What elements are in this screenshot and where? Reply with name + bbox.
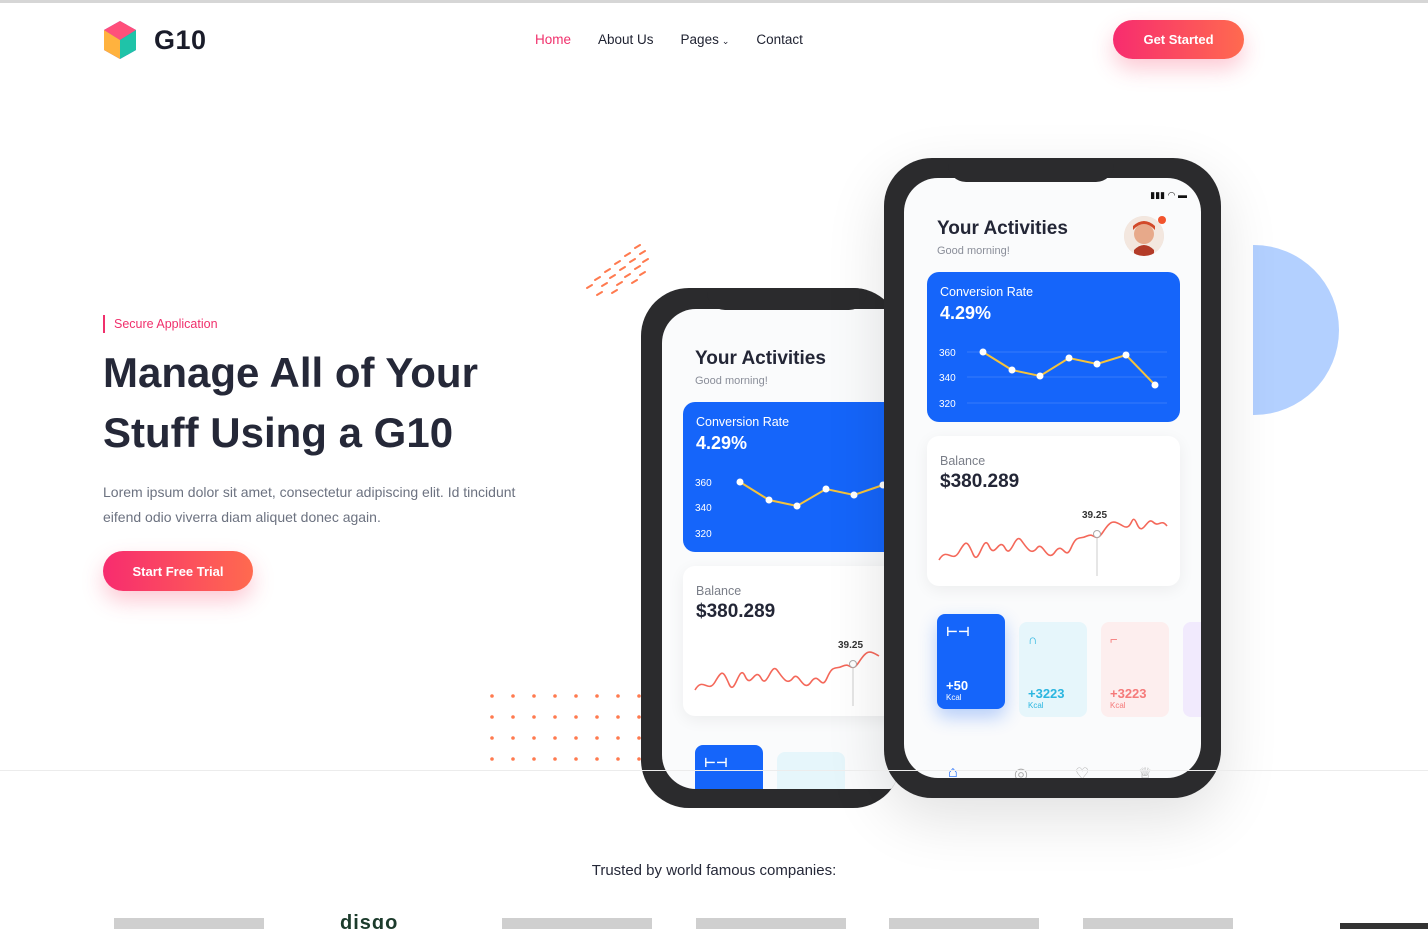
- main-nav: Home About Us Pages ⌄ Contact: [535, 32, 830, 47]
- half-circle-decoration: [1253, 245, 1339, 415]
- phone-notch: [948, 158, 1114, 182]
- kcal-tile-3[interactable]: ⌐ +3223 Kcal: [1101, 622, 1169, 717]
- balance-chart: 39.25: [938, 510, 1168, 576]
- axis-tick: 360: [939, 348, 956, 359]
- kcal-tile-back[interactable]: ⊢⊣: [695, 745, 763, 789]
- tile-value: +50: [946, 678, 969, 693]
- phone-notch: [707, 288, 867, 310]
- axis-tick: 340: [695, 503, 712, 514]
- hero-description-line2: eifend odio viverra diam aliquet donec a…: [103, 509, 381, 525]
- balance-marker-label: 39.25: [1082, 510, 1107, 521]
- g10-logo-icon[interactable]: [102, 20, 138, 60]
- balance-card: Balance $380.289 39.25: [683, 566, 901, 716]
- brand-name[interactable]: G10: [154, 25, 207, 56]
- kcal-tile-1[interactable]: ⊢⊣ +50 Kcal: [937, 614, 1005, 709]
- tile-unit: Kcal: [1028, 701, 1044, 710]
- conversion-card: Conversion Rate 4.29% 360 340 320: [683, 402, 901, 552]
- balance-card: Balance $380.289 39.25: [927, 436, 1180, 586]
- chevron-down-icon: ⌄: [721, 36, 730, 46]
- axis-tick: 320: [939, 399, 956, 410]
- hero-eyebrow: Secure Application: [103, 315, 218, 333]
- company-logo: [502, 918, 652, 929]
- app-title: Your Activities: [937, 218, 1068, 239]
- axis-tick: 360: [695, 478, 712, 489]
- app-greeting: Good morning!: [937, 245, 1010, 257]
- top-border: [0, 0, 1428, 3]
- conversion-chart: 360 340 320: [939, 348, 1167, 410]
- kcal-tile-4[interactable]: [1183, 622, 1201, 717]
- dumbbell-icon: ⊢⊣: [704, 755, 728, 770]
- axis-tick: 340: [939, 373, 956, 384]
- hero-description-line1: Lorem ipsum dolor sit amet, consectetur …: [103, 484, 516, 500]
- phone-screen-back: Your Activities Good morning! Conversion…: [662, 309, 901, 789]
- section-divider: [0, 770, 1428, 771]
- balance-chart: 39.25: [694, 640, 880, 706]
- conversion-card: Conversion Rate 4.29% 360 340 320: [927, 272, 1180, 422]
- shoes-icon: ∩: [1028, 632, 1038, 647]
- hero-title: Manage All of Your Stuff Using a G10: [103, 343, 563, 463]
- phone-screen-front: ▮▮▮ ◠ ▬ Your Activities Good morning! Co…: [904, 178, 1201, 778]
- nav-pages[interactable]: Pages ⌄: [681, 32, 730, 47]
- home-icon[interactable]: ⌂: [948, 764, 958, 778]
- heart-icon[interactable]: ♡: [1075, 764, 1089, 778]
- trusted-heading: Trusted by world famous companies:: [591, 862, 837, 879]
- company-logo: [114, 918, 264, 929]
- company-logo-disqo: disqo: [340, 912, 399, 929]
- location-icon[interactable]: ◎: [1014, 764, 1028, 778]
- dash-pattern-decoration: [586, 244, 649, 296]
- tile-unit: Kcal: [1110, 701, 1126, 710]
- nav-contact[interactable]: Contact: [756, 32, 803, 47]
- axis-tick: 320: [695, 529, 712, 540]
- nav-home[interactable]: Home: [535, 32, 571, 47]
- conversion-chart: 360 340 320: [695, 478, 887, 540]
- balance-marker-label: 39.25: [838, 640, 863, 651]
- nav-pages-label: Pages: [680, 32, 719, 47]
- dot-grid-decoration: [490, 694, 641, 761]
- trophy-icon[interactable]: ♕: [1138, 764, 1152, 778]
- phone-mockup-back: Your Activities Good morning! Conversion…: [641, 288, 901, 808]
- dumbbell-icon: ⊢⊣: [946, 624, 970, 639]
- company-logo: [1083, 918, 1233, 929]
- app-title: Your Activities: [695, 348, 826, 369]
- kcal-tile-2[interactable]: ∩ +3223 Kcal: [1019, 622, 1087, 717]
- hero-title-line1: Manage All of Your: [103, 349, 478, 396]
- scroll-widget[interactable]: [1340, 923, 1428, 929]
- hero-description: Lorem ipsum dolor sit amet, consectetur …: [103, 480, 573, 530]
- bed-icon: ⌐: [1110, 632, 1118, 647]
- notification-dot: [1158, 216, 1166, 224]
- nav-about-us[interactable]: About Us: [598, 32, 654, 47]
- app-greeting: Good morning!: [695, 375, 768, 387]
- tile-unit: Kcal: [946, 693, 962, 702]
- start-free-trial-button[interactable]: Start Free Trial: [103, 551, 253, 591]
- company-logo: [889, 918, 1039, 929]
- get-started-button[interactable]: Get Started: [1113, 20, 1244, 59]
- phone-mockup-front: ▮▮▮ ◠ ▬ Your Activities Good morning! Co…: [884, 158, 1221, 798]
- status-bar-icons: ▮▮▮ ◠ ▬: [1150, 190, 1187, 200]
- company-logo: [696, 918, 846, 929]
- tile-value: +3223: [1028, 686, 1065, 701]
- tile-value: +3223: [1110, 686, 1147, 701]
- hero-title-line2: Stuff Using a G10: [103, 409, 454, 456]
